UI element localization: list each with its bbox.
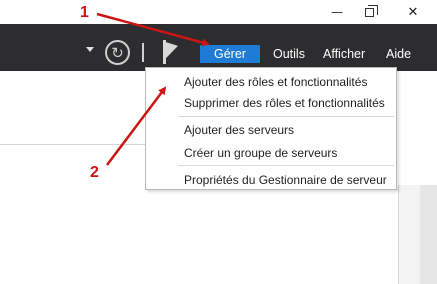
maximize-icon[interactable]	[352, 0, 386, 24]
dropdown-arrow-icon[interactable]	[86, 47, 94, 52]
menu-item-create-server-group[interactable]: Créer un groupe de serveurs	[184, 145, 337, 161]
menu-item-server-manager-properties[interactable]: Propriétés du Gestionnaire de serveur	[184, 172, 387, 188]
menu-divider	[178, 116, 394, 117]
restore-icon	[364, 4, 378, 17]
toolbar-separator	[142, 43, 144, 62]
refresh-icon[interactable]: ↻	[105, 40, 130, 65]
content-divider	[0, 144, 145, 145]
menu-gerer[interactable]: Gérer	[200, 45, 260, 63]
menu-item-add-servers[interactable]: Ajouter des serveurs	[184, 122, 294, 138]
title-bar: — ✕	[0, 0, 437, 24]
close-icon[interactable]: ✕	[396, 0, 430, 24]
scrollbar[interactable]	[420, 185, 437, 284]
menu-aide[interactable]: Aide	[386, 45, 411, 63]
menu-divider	[178, 165, 394, 166]
annotation-number-1: 1	[80, 4, 89, 21]
gerer-dropdown-menu: Ajouter des rôles et fonctionnalités Sup…	[145, 67, 397, 190]
menu-item-remove-roles[interactable]: Supprimer des rôles et fonctionnalités	[184, 95, 385, 111]
annotation-number-2: 2	[90, 164, 99, 181]
menu-item-add-roles[interactable]: Ajouter des rôles et fonctionnalités	[184, 74, 367, 90]
menu-afficher[interactable]: Afficher	[323, 45, 365, 63]
minimize-icon[interactable]: —	[320, 0, 354, 24]
menu-outils[interactable]: Outils	[273, 45, 305, 63]
